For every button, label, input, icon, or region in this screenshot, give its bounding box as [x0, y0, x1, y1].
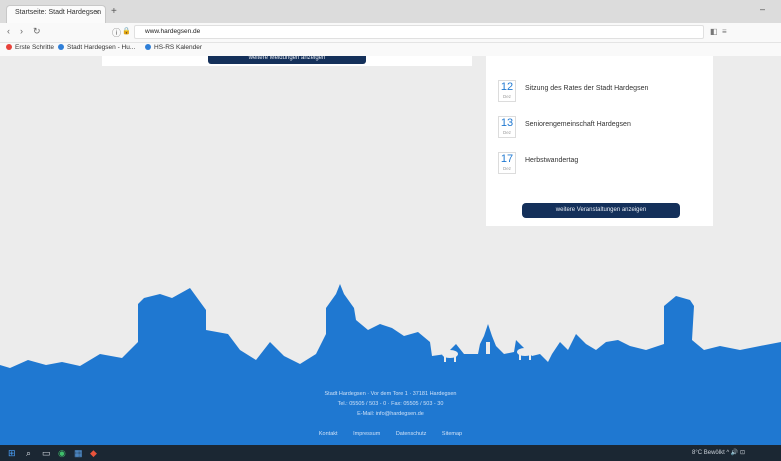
extensions-icon[interactable]: ◧	[710, 27, 718, 36]
events-card: 12 Dez Sitzung des Rates der Stadt Harde…	[486, 56, 713, 226]
browser-toolbar: ‹ › ↻ ⓘ 🔒 www.hardegsen.de ◧ ≡	[0, 23, 781, 43]
tab-title: Startseite: Stadt Hardegsen	[15, 9, 101, 16]
event-date: 17 Dez	[498, 152, 516, 174]
more-news-button[interactable]: weitere Meldungen anzeigen	[208, 56, 366, 64]
app-icon[interactable]: ◆	[90, 448, 97, 459]
browser-icon[interactable]: ◉	[58, 448, 66, 459]
bookmark-item[interactable]: HS-RS Kalender	[145, 44, 202, 51]
info-icon[interactable]: ⓘ	[112, 26, 121, 39]
bookmark-icon	[58, 44, 64, 51]
search-icon[interactable]: ⌕	[26, 448, 31, 459]
footer-email[interactable]: E-Mail: info@hardegsen.de	[0, 411, 781, 417]
lock-icon[interactable]: 🔒	[122, 27, 131, 35]
bookmark-icon	[145, 44, 151, 51]
footer-link-sitemap[interactable]: Sitemap	[442, 431, 462, 437]
footer-link-datenschutz[interactable]: Datenschutz	[396, 431, 427, 437]
footer-link-kontakt[interactable]: Kontakt	[319, 431, 338, 437]
start-icon[interactable]: ⊞	[8, 448, 16, 459]
menu-icon[interactable]: ≡	[722, 27, 727, 36]
bookmarks-bar: Erste Schritte Stadt Hardegsen - Hu... H…	[0, 43, 781, 56]
event-title[interactable]: Seniorengemeinschaft Hardegsen	[525, 121, 631, 128]
forward-icon[interactable]: ›	[20, 26, 23, 36]
event-date: 13 Dez	[498, 116, 516, 138]
event-title[interactable]: Herbstwandertag	[525, 157, 578, 164]
explorer-icon[interactable]: ▦	[74, 448, 83, 459]
event-title[interactable]: Sitzung des Rates der Stadt Hardegsen	[525, 85, 648, 92]
footer-links: Kontakt Impressum Datenschutz Sitemap	[0, 431, 781, 437]
bookmark-item[interactable]: Stadt Hardegsen - Hu...	[58, 44, 135, 51]
address-bar[interactable]: www.hardegsen.de	[134, 25, 704, 39]
bookmark-item[interactable]: Erste Schritte	[6, 44, 54, 51]
close-icon[interactable]: ×	[95, 8, 100, 17]
browser-tab[interactable]: Startseite: Stadt Hardegsen ×	[6, 5, 106, 23]
footer-link-impressum[interactable]: Impressum	[353, 431, 380, 437]
minimize-icon[interactable]: –	[760, 4, 765, 14]
more-events-button[interactable]: weitere Veranstaltungen anzeigen	[522, 203, 680, 218]
new-tab-icon[interactable]: +	[111, 6, 117, 17]
taskbar: ⊞ ⌕ ▭ ◉ ▦ ◆ 8°C Bewölkt ^ 🔊 ⊡	[0, 445, 781, 461]
event-item[interactable]: 17 Dez Herbstwandertag	[498, 152, 698, 178]
url-text: www.hardegsen.de	[145, 28, 201, 35]
bookmark-icon	[6, 44, 12, 51]
event-date: 12 Dez	[498, 80, 516, 102]
page-content: weitere Meldungen anzeigen 12 Dez Sitzun…	[0, 56, 781, 445]
back-icon[interactable]: ‹	[7, 26, 10, 36]
footer-address: Stadt Hardegsen · Vor dem Tore 1 · 37181…	[324, 391, 457, 397]
event-item[interactable]: 12 Dez Sitzung des Rates der Stadt Harde…	[498, 80, 698, 106]
task-view-icon[interactable]: ▭	[42, 448, 51, 459]
footer-phone: Tel.: 05505 / 503 - 0 · Fax: 05505 / 503…	[337, 401, 444, 407]
town-skyline-silhouette	[0, 284, 781, 445]
system-tray[interactable]: 8°C Bewölkt ^ 🔊 ⊡	[692, 449, 745, 456]
tab-strip: Startseite: Stadt Hardegsen × + –	[0, 0, 781, 23]
event-item[interactable]: 13 Dez Seniorengemeinschaft Hardegsen	[498, 116, 698, 142]
reload-icon[interactable]: ↻	[33, 26, 41, 37]
